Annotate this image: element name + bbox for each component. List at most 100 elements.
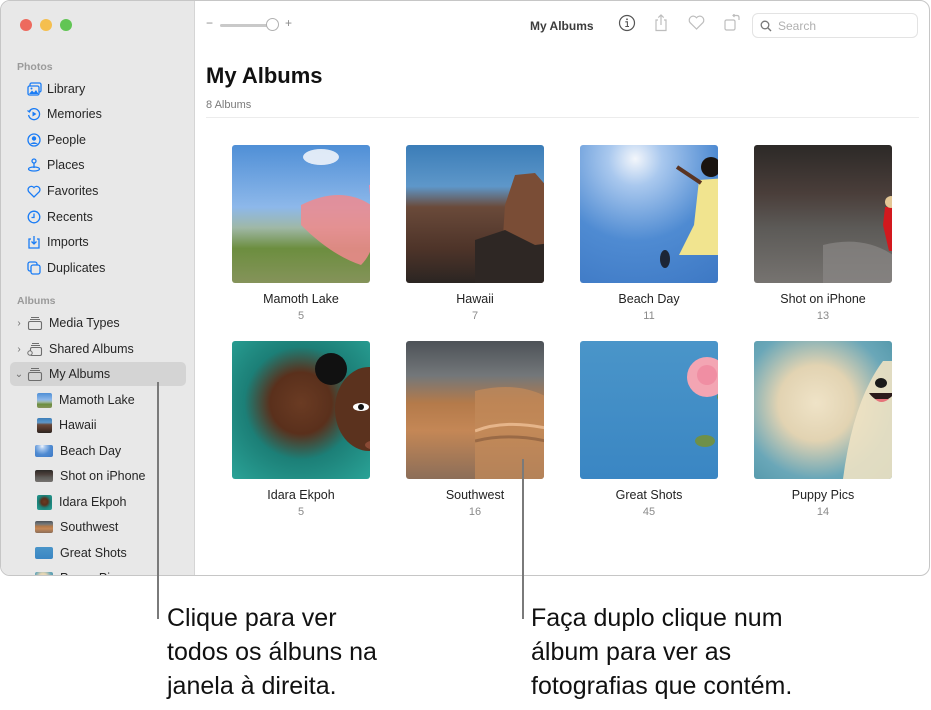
sidebar-item-places[interactable]: Places [10,153,186,177]
sidebar-album-great-shots[interactable]: Great Shots [35,541,127,565]
sidebar-item-label: Mamoth Lake [59,393,135,407]
sidebar-album-mamoth-lake[interactable]: Mamoth Lake [37,388,135,412]
sidebar-item-people[interactable]: People [10,128,186,152]
share-icon [653,13,669,37]
sidebar-item-label: Hawaii [59,418,97,432]
album-count: 8 Albums [206,99,252,111]
sidebar-album-puppy-pics[interactable]: Puppy Pics [35,566,123,575]
sidebar-item-label: Favorites [47,184,99,198]
search-field[interactable] [752,13,918,38]
album-thumbnail [37,417,52,433]
minimize-window-button[interactable] [40,19,52,31]
albums-content: My Albums 8 Albums Mamoth Lake 5 Hawaii … [196,49,929,575]
callout-left-line-1: Clique para ver [167,604,337,632]
close-window-button[interactable] [20,19,32,31]
clock-icon [26,209,42,225]
album-cover [232,145,370,283]
sidebar-item-media-types[interactable]: › Media Types [10,311,186,335]
chevron-down-icon[interactable]: ⌄ [14,369,24,380]
album-thumbnail [35,572,53,575]
share-button[interactable] [651,13,671,37]
album-card-great-shots[interactable]: Great Shots 45 [580,341,718,518]
section-header-albums: Albums [17,295,56,307]
search-input[interactable] [778,18,908,33]
sidebar-item-my-albums[interactable]: ⌄ My Albums [10,362,186,386]
album-cover [754,145,892,283]
album-card-mamoth-lake[interactable]: Mamoth Lake 5 [232,145,370,322]
album-photo-count: 7 [471,310,479,322]
people-icon [26,132,42,148]
album-thumbnail [35,521,53,533]
sidebar-item-library[interactable]: Library [10,77,186,101]
sidebar-item-label: Southwest [60,520,119,534]
sidebar-item-label: Shot on iPhone [60,469,146,483]
album-card-idara-ekpoh[interactable]: Idara Ekpoh 5 [232,341,370,518]
sidebar-item-label: My Albums [49,367,111,381]
sidebar-item-recents[interactable]: Recents [10,205,186,229]
favorite-button[interactable] [686,15,706,35]
album-card-puppy-pics[interactable]: Puppy Pics 14 [754,341,892,518]
sidebar-album-shot-on-iphone[interactable]: Shot on iPhone [35,464,146,488]
photos-window: Photos Library Memories People Places Fa… [0,0,930,576]
album-name: Beach Day [618,292,680,306]
info-button[interactable] [617,14,637,35]
shared-album-icon [27,342,43,357]
sidebar-item-label: Imports [47,235,89,249]
album-thumbnail [35,445,53,457]
chevron-right-icon[interactable]: › [14,318,24,329]
heart-icon [26,183,42,199]
sidebar-item-label: People [47,133,86,147]
sidebar-album-hawaii[interactable]: Hawaii [37,413,97,437]
divider [206,117,919,118]
sidebar-item-memories[interactable]: Memories [10,102,186,126]
album-thumbnail [37,392,52,408]
rotate-icon [723,13,741,37]
sidebar-item-label: Great Shots [60,546,127,560]
album-stack-icon [27,367,43,382]
sidebar-item-label: Shared Albums [49,342,134,356]
maximize-window-button[interactable] [60,19,72,31]
zoom-slider-track[interactable] [220,24,270,27]
zoom-out-button[interactable]: − [206,16,213,30]
zoom-in-button[interactable]: + [285,16,292,30]
album-thumbnail [35,547,53,559]
album-cover [580,341,718,479]
album-thumbnail [37,494,52,510]
search-icon [760,20,772,32]
sidebar-item-favorites[interactable]: Favorites [10,179,186,203]
album-card-shot-on-iphone[interactable]: Shot on iPhone 13 [754,145,892,322]
callout-right-line-2: álbum para ver as [531,638,732,666]
sidebar-album-idara-ekpoh[interactable]: Idara Ekpoh [37,490,126,514]
album-stack-icon [27,316,43,331]
sidebar-item-label: Recents [47,210,93,224]
sidebar-album-southwest[interactable]: Southwest [35,515,119,539]
duplicates-icon [26,260,42,276]
rotate-button[interactable] [722,13,742,37]
sidebar-item-label: Memories [47,107,102,121]
callout-line-left [157,382,159,619]
sidebar-item-duplicates[interactable]: Duplicates [10,256,186,280]
page-title: My Albums [206,63,323,88]
album-card-beach-day[interactable]: Beach Day 11 [580,145,718,322]
places-icon [26,157,42,173]
sidebar-album-beach-day[interactable]: Beach Day [35,439,121,463]
window-controls [20,19,72,31]
callout-line-right [522,459,524,619]
album-card-hawaii[interactable]: Hawaii 7 [406,145,544,322]
sidebar-item-imports[interactable]: Imports [10,230,186,254]
callout-right: Faça duplo clique num álbum para ver as … [531,601,792,703]
album-photo-count: 5 [297,506,305,518]
callout-left-line-2: todos os álbuns na [167,638,377,666]
sidebar-item-shared-albums[interactable]: › Shared Albums [10,337,186,361]
sidebar-item-label: Places [47,158,85,172]
sidebar: Photos Library Memories People Places Fa… [1,1,195,575]
zoom-slider-handle[interactable] [266,18,279,31]
sidebar-item-label: Media Types [49,316,120,330]
callout-right-line-3: fotografias que contém. [531,672,793,700]
sidebar-item-label: Idara Ekpoh [59,495,127,509]
sidebar-item-label: Puppy Pics [60,571,123,575]
chevron-right-icon[interactable]: › [14,344,24,355]
album-cover [754,341,892,479]
album-cover [406,145,544,283]
toolbar: − + My Albums [196,1,929,49]
